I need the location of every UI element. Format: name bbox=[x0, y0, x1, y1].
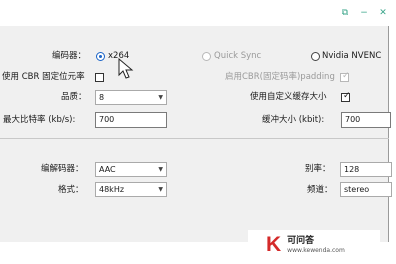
quality-value: 8 bbox=[99, 93, 105, 102]
settings-panel: 编码器： x264 Quick Sync Nvidia NVENC 使用 CBR… bbox=[0, 26, 392, 242]
custom-buffer-label: 使用自定义缓存大小 bbox=[250, 92, 327, 102]
audio-codec-select[interactable]: AAC ▼ bbox=[95, 162, 167, 177]
mouse-cursor-icon bbox=[118, 58, 134, 79]
quality-label: 品质： bbox=[61, 92, 87, 102]
encoder-quicksync-radio bbox=[202, 52, 211, 61]
encoder-nvenc-label[interactable]: Nvidia NVENC bbox=[322, 51, 381, 62]
audio-format-value: 48kHz bbox=[99, 185, 125, 194]
encoder-x264-radio[interactable] bbox=[96, 52, 105, 61]
window-controls: ⧉ − ✕ bbox=[340, 8, 388, 18]
audio-codec-label: 编解码器： bbox=[41, 164, 84, 174]
watermark-logo: K bbox=[266, 233, 282, 256]
max-bitrate-label: 最大比特率 (kb/s): bbox=[3, 115, 76, 125]
close-icon[interactable]: ✕ bbox=[378, 8, 388, 18]
buffer-size-input[interactable]: 700 bbox=[341, 112, 391, 128]
chevron-down-icon: ▼ bbox=[158, 166, 163, 173]
section-divider bbox=[0, 138, 389, 139]
audio-channels-select[interactable]: stereo bbox=[340, 182, 392, 197]
max-bitrate-input[interactable]: 700 bbox=[95, 112, 167, 128]
watermark: K 可问答 www.kewenda.com bbox=[248, 230, 380, 260]
audio-bitrate-select[interactable]: 128 bbox=[340, 162, 392, 177]
audio-channels-value: stereo bbox=[344, 185, 370, 194]
watermark-text: 可问答 www.kewenda.com bbox=[287, 236, 345, 255]
custom-buffer-checkbox[interactable]: ✓ bbox=[341, 91, 351, 102]
encoder-nvenc-radio[interactable] bbox=[311, 52, 320, 61]
audio-codec-value: AAC bbox=[99, 165, 116, 174]
cbr-label: 使用 CBR 固定位元率 bbox=[2, 72, 85, 82]
watermark-url: www.kewenda.com bbox=[287, 246, 345, 254]
audio-format-label: 格式： bbox=[58, 185, 84, 195]
audio-channels-label: 频道： bbox=[307, 185, 333, 195]
chevron-down-icon: ▼ bbox=[158, 94, 163, 101]
cbr-checkbox[interactable] bbox=[95, 73, 104, 82]
title-bar: ⧉ − ✕ bbox=[0, 0, 396, 26]
minimize-icon[interactable]: − bbox=[359, 8, 369, 18]
cbr-padding-label: 启用CBR(固定码率)padding bbox=[225, 72, 335, 82]
chevron-down-icon: ▼ bbox=[158, 186, 163, 193]
quality-select[interactable]: 8 ▼ bbox=[95, 90, 167, 105]
restore-icon[interactable]: ⧉ bbox=[340, 8, 350, 18]
check-icon: ✓ bbox=[342, 71, 350, 81]
check-icon: ✓ bbox=[343, 91, 351, 101]
window-edge bbox=[389, 26, 396, 264]
audio-format-select[interactable]: 48kHz ▼ bbox=[95, 182, 167, 197]
audio-bitrate-value: 128 bbox=[344, 165, 360, 174]
watermark-title: 可问答 bbox=[287, 235, 315, 246]
audio-bitrate-label: 别率： bbox=[305, 164, 331, 174]
encoder-quicksync-label: Quick Sync bbox=[214, 51, 262, 61]
buffer-size-label: 缓冲大小 (kbit): bbox=[262, 115, 325, 125]
encoder-label: 编码器： bbox=[52, 51, 87, 61]
cbr-padding-checkbox: ✓ bbox=[340, 71, 350, 82]
